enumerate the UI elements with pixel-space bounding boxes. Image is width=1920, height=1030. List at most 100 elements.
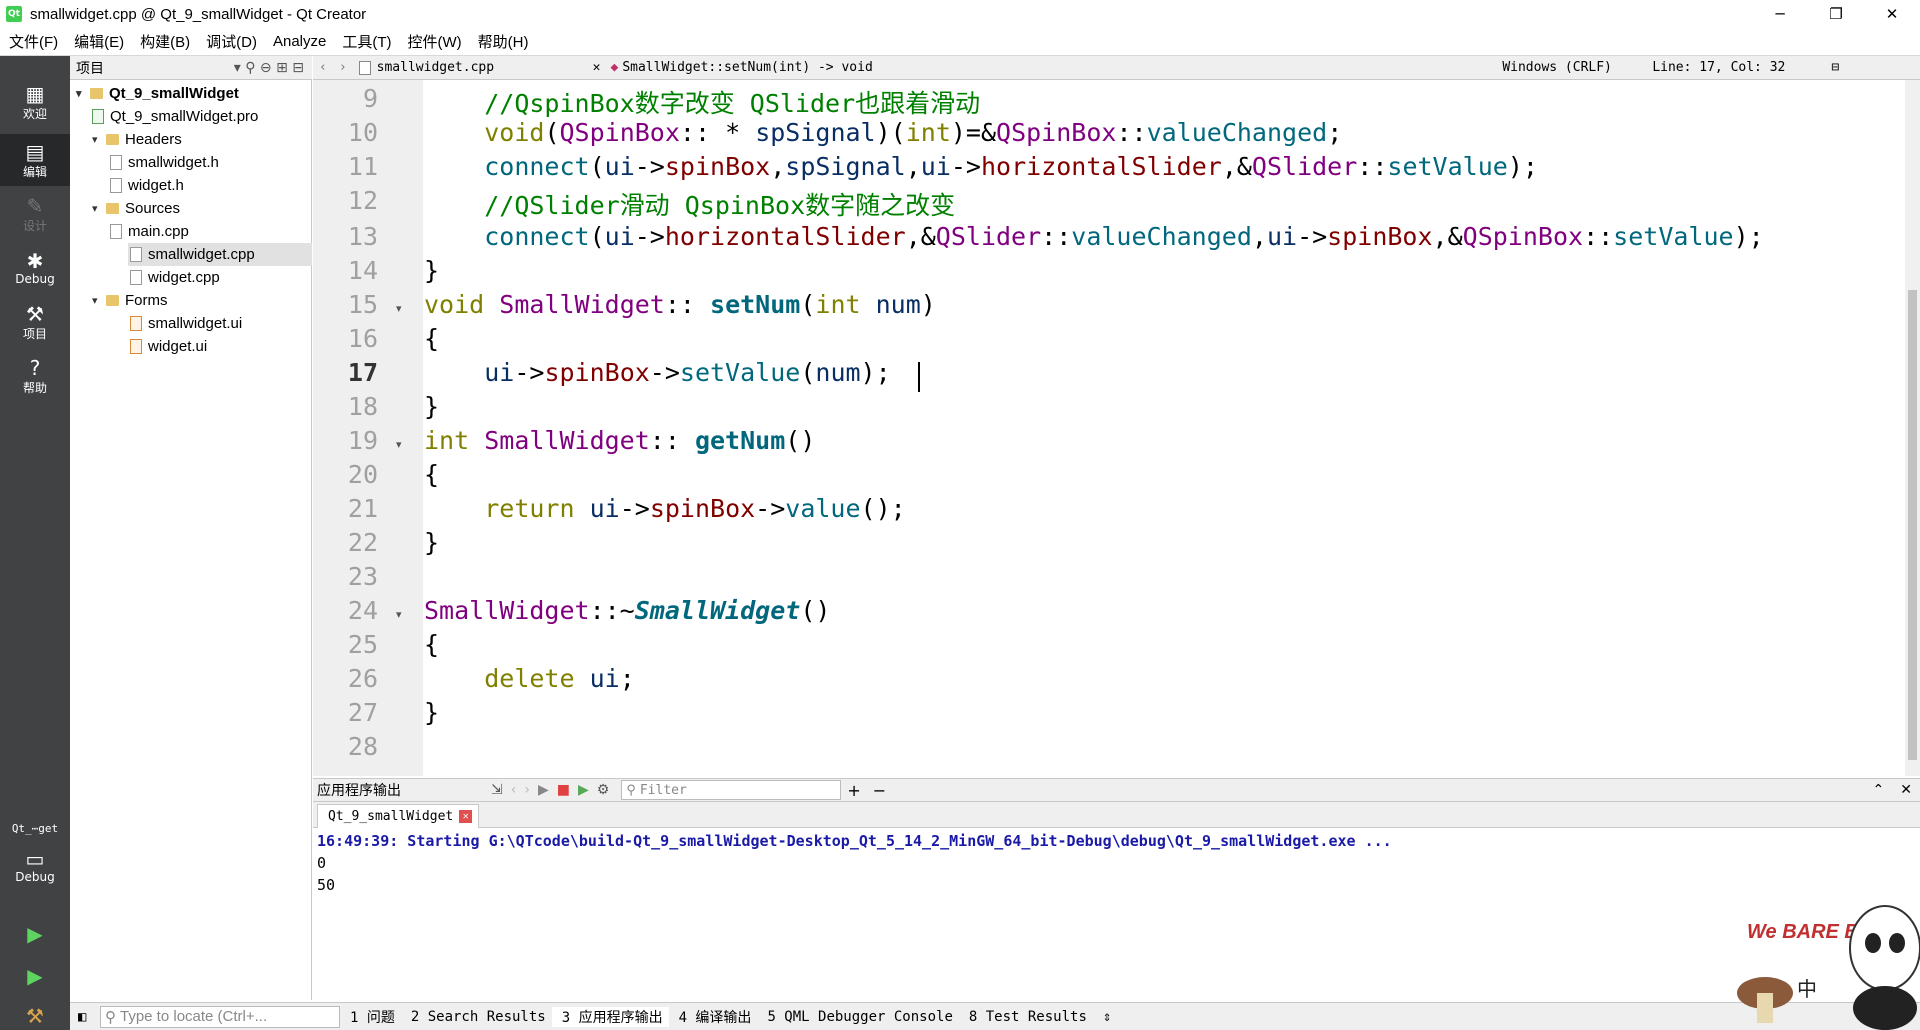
debug-icon[interactable]: ▶ [574, 782, 593, 798]
back-icon[interactable]: ‹ [313, 60, 333, 75]
tab-compile-output[interactable]: 4 编译输出 [669, 1007, 758, 1027]
qt-app-icon: Qt [6, 6, 22, 22]
folder-icon [106, 203, 119, 214]
line-number: 15 [347, 290, 378, 319]
open-file-combo[interactable]: smallwidget.cpp [377, 60, 587, 75]
status-bar: ◧ ⚲ Type to locate (Ctrl+... 1 问题 2 Sear… [70, 1002, 1920, 1030]
line-number-current: 17 [347, 358, 378, 387]
chevron-down-icon[interactable]: ▾ [76, 87, 90, 100]
line-number: 27 [347, 698, 378, 727]
locator-input[interactable]: ⚲ Type to locate (Ctrl+... [100, 1005, 340, 1028]
tree-folder-sources[interactable]: ▾ Sources [92, 197, 180, 220]
mode-edit[interactable]: ▤ 编辑 [0, 134, 70, 186]
kit-selector[interactable]: ▭ Debug [0, 840, 70, 892]
output-body[interactable]: 16:49:39: Starting G:\QTcode\build-Qt_9_… [313, 828, 1920, 1002]
tree-item-file[interactable]: widget.h [110, 174, 184, 197]
tree-item-file[interactable]: main.cpp [110, 220, 189, 243]
split-icon[interactable]: ⊟ [1827, 60, 1843, 75]
menu-tools[interactable]: 工具(T) [333, 31, 398, 52]
chevron-down-icon[interactable]: ▾ [92, 133, 106, 146]
close-button[interactable]: ✕ [1864, 0, 1920, 28]
tree-item-pro[interactable]: Qt_9_smallWidget.pro [92, 105, 258, 128]
filter-icon[interactable]: ▾ ⚲ ⊖ ⊞ ⊟ [234, 60, 304, 76]
menu-help[interactable]: 帮助(H) [469, 31, 536, 52]
forward-icon[interactable]: › [333, 60, 353, 75]
editor-scrollbar[interactable] [1905, 80, 1920, 776]
close-pane-icon[interactable]: ✕ [1892, 782, 1920, 798]
symbol-combo[interactable]: SmallWidget::setNum(int) -> void [622, 60, 1502, 75]
output-tab[interactable]: Qt_9_smallWidget ✕ [317, 804, 480, 828]
mode-debug[interactable]: ✱ Debug [0, 242, 70, 294]
mode-help[interactable]: ? 帮助 [0, 350, 70, 402]
project-tree: ▾ Qt_9_smallWidget Qt_9_smallWidget.pro … [70, 80, 312, 1000]
sidebar-toggle-icon[interactable]: ◧ [78, 1009, 86, 1025]
minus-icon[interactable]: − [867, 781, 892, 800]
code-line: int SmallWidget:: getNum() [424, 426, 816, 455]
next-icon[interactable]: › [520, 782, 534, 798]
debug-run-button[interactable]: ▶ [0, 956, 70, 996]
function-icon: ◆ [610, 60, 619, 75]
tree-folder-forms[interactable]: ▾ Forms [92, 289, 168, 312]
menu-analyze[interactable]: Analyze [264, 33, 333, 50]
mode-design[interactable]: ✎ 设计 [0, 188, 70, 240]
chevron-down-icon[interactable]: ▾ [92, 294, 106, 307]
line-number: 25 [347, 630, 378, 659]
tab-application-output[interactable]: 3 应用程序输出 [551, 1006, 669, 1027]
tree-item-file[interactable]: widget.cpp [130, 266, 220, 289]
tree-item-file[interactable]: smallwidget.h [110, 151, 219, 174]
minimize-button[interactable]: ─ [1752, 0, 1808, 28]
tree-item-file-selected[interactable]: smallwidget.cpp [128, 243, 312, 266]
settings-icon[interactable]: ⚙ [593, 782, 614, 798]
tab-qml-debugger-console[interactable]: 5 QML Debugger Console [757, 1009, 958, 1025]
close-tab-icon[interactable]: ✕ [459, 810, 473, 823]
scrollbar-thumb[interactable] [1908, 290, 1917, 760]
maximize-button[interactable]: ❐ [1808, 0, 1864, 28]
ime-indicator[interactable]: 中 [1797, 977, 1817, 1001]
maximize-pane-icon[interactable]: ⌃ [1865, 782, 1893, 798]
panda-body [1853, 986, 1917, 1030]
prev-icon[interactable]: ‹ [507, 782, 521, 798]
code-line: } [424, 392, 440, 421]
mode-welcome[interactable]: ▦ 欢迎 [0, 76, 70, 128]
tree-item-form[interactable]: smallwidget.ui [130, 312, 242, 335]
rerun-icon[interactable]: ▶ [534, 782, 553, 798]
code-line: } [424, 698, 440, 727]
tab-search-results[interactable]: 2 Search Results [401, 1009, 552, 1025]
tab-issues[interactable]: 1 问题 [340, 1007, 401, 1027]
menu-debug[interactable]: 调试(D) [197, 31, 264, 52]
menu-widgets[interactable]: 控件(W) [399, 31, 469, 52]
output-pane-header: 应用程序输出 ⇲ ‹ › ▶ ■ ▶ ⚙ ⚲ Filter + − ⌃ ✕ [313, 778, 1920, 802]
output-filter-input[interactable]: ⚲ Filter [621, 780, 842, 800]
attach-icon[interactable]: ⇲ [487, 782, 507, 798]
wrench-icon: ⚒ [26, 301, 44, 326]
menu-file[interactable]: 文件(F) [0, 31, 65, 52]
line-number: 23 [347, 562, 378, 591]
line-number: 28 [347, 732, 378, 761]
line-number: 19 [347, 426, 378, 455]
line-ending-combo[interactable]: Windows (CRLF) [1502, 60, 1652, 75]
tree-folder-headers[interactable]: ▾ Headers [92, 128, 182, 151]
close-document-icon[interactable]: ✕ [587, 60, 607, 75]
debug-run-icon: ▶ [27, 964, 43, 988]
mushroom-stem [1757, 993, 1773, 1023]
updown-icon[interactable]: ⇕ [1093, 1009, 1121, 1025]
mascot-overlay: We BARE BEARS 中 [1737, 905, 1920, 1030]
fold-marker-icon[interactable]: ▾ [396, 302, 402, 315]
search-icon: ⚲ [626, 782, 636, 798]
tree-item-form[interactable]: widget.ui [130, 335, 207, 358]
cursor-position[interactable]: Line: 17, Col: 32 [1652, 60, 1827, 75]
mode-projects[interactable]: ⚒ 项目 [0, 296, 70, 348]
code-line: SmallWidget::~SmallWidget() [424, 596, 831, 625]
tree-project-root[interactable]: ▾ Qt_9_smallWidget [76, 82, 239, 105]
menu-build[interactable]: 构建(B) [131, 31, 197, 52]
menu-edit[interactable]: 编辑(E) [65, 31, 131, 52]
build-button[interactable]: ⚒ [0, 996, 70, 1030]
add-icon[interactable]: + [841, 781, 866, 800]
fold-marker-icon[interactable]: ▾ [396, 438, 402, 451]
chevron-down-icon[interactable]: ▾ [92, 202, 106, 215]
tab-test-results[interactable]: 8 Test Results [959, 1009, 1093, 1025]
file-icon [130, 270, 142, 285]
fold-marker-icon[interactable]: ▾ [396, 608, 402, 621]
stop-icon[interactable]: ■ [553, 782, 574, 798]
run-button[interactable]: ▶ [0, 914, 70, 954]
